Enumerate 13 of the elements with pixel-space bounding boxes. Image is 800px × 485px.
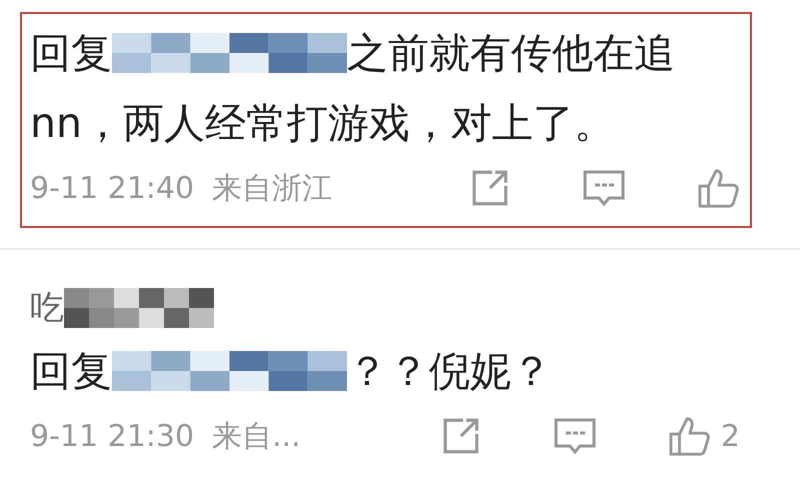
comment-text: 回复 bbox=[30, 28, 112, 79]
comment-source: 来自浙江 bbox=[212, 170, 332, 208]
author-name[interactable]: 吃 bbox=[30, 285, 64, 331]
thumbs-up-icon[interactable] bbox=[696, 167, 740, 209]
comment-text: 回复 bbox=[30, 346, 112, 397]
comment-text: ？？倪妮？ bbox=[347, 346, 552, 397]
comment-text: 之前就有传他在追 bbox=[347, 28, 675, 79]
like-count: 2 bbox=[720, 418, 740, 454]
comment-time: 9-11 21:40 bbox=[30, 170, 194, 206]
comment-text: nn，两人经常打游戏，对上了。 bbox=[30, 98, 615, 149]
thumbs-up-icon[interactable] bbox=[666, 415, 711, 457]
comment-source: 来自... bbox=[212, 418, 301, 456]
comment-time: 9-11 21:30 bbox=[30, 418, 194, 454]
